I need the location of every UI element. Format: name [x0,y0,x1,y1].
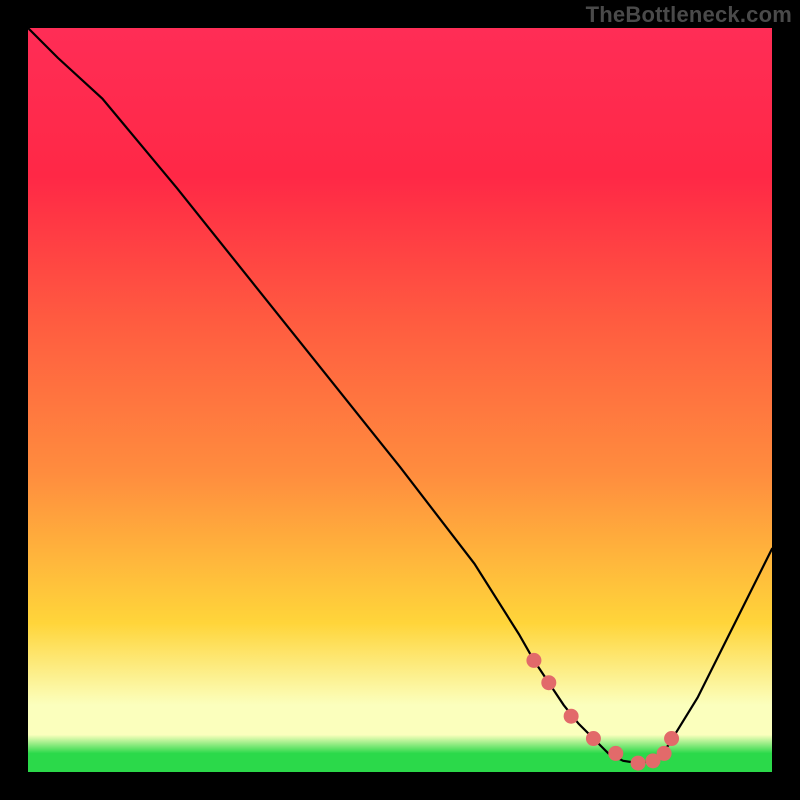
chart-svg [28,28,772,772]
highlight-dot [608,746,623,761]
highlight-dot [541,675,556,690]
watermark-text: TheBottleneck.com [586,2,792,28]
gradient-background [28,28,772,772]
highlight-dot [657,746,672,761]
highlight-dot [664,731,679,746]
plot-area [28,28,772,772]
highlight-dot [586,731,601,746]
highlight-dot [631,756,646,771]
chart-frame: TheBottleneck.com [0,0,800,800]
highlight-dot [564,709,579,724]
highlight-dot [526,653,541,668]
